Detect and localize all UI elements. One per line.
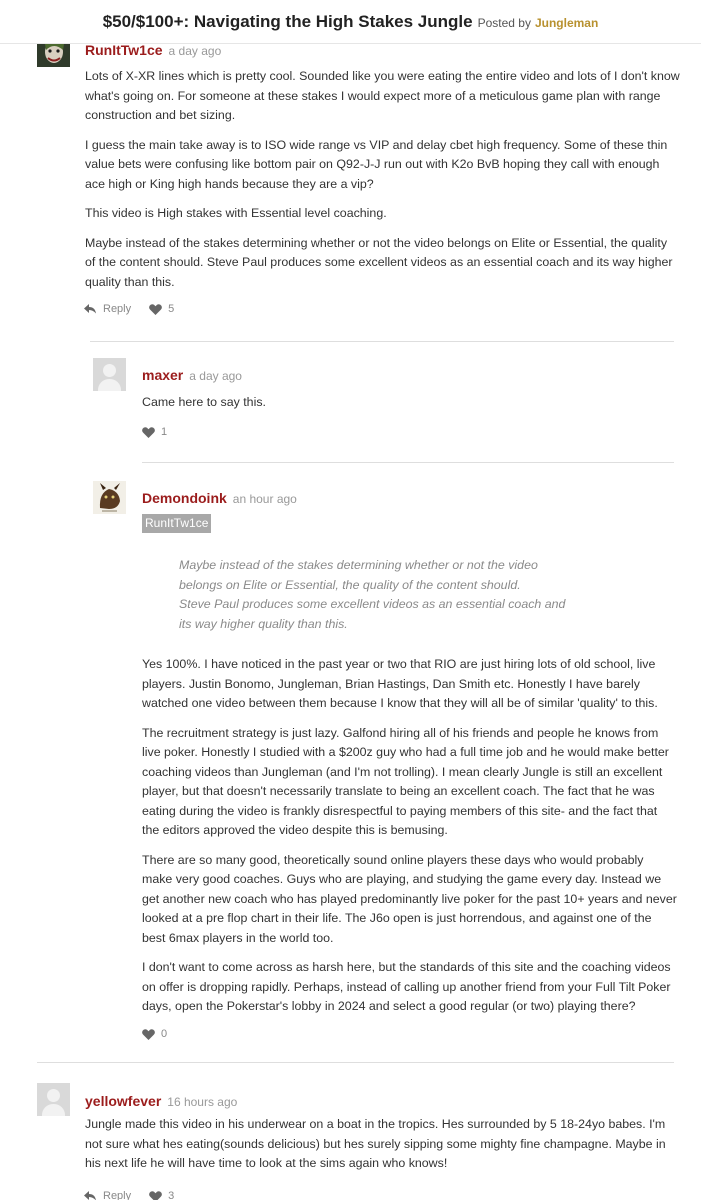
timestamp: a day ago bbox=[189, 369, 242, 383]
comment-paragraph: The recruitment strategy is just lazy. G… bbox=[142, 725, 669, 838]
reply-button[interactable]: Reply bbox=[84, 1190, 131, 1200]
reply-label: Reply bbox=[103, 303, 132, 315]
avatar[interactable] bbox=[93, 481, 126, 514]
username-link[interactable]: maxer bbox=[142, 367, 183, 383]
comment-paragraph: Yes 100%. I have noticed in the past yea… bbox=[142, 657, 658, 710]
posted-by-label: Posted by bbox=[477, 15, 531, 30]
quote-line: its way higher quality than this. bbox=[179, 616, 348, 631]
username-link[interactable]: yellowfever bbox=[85, 1093, 161, 1109]
like-button[interactable]: 1 bbox=[142, 426, 167, 438]
comment-actions: 0 bbox=[142, 1028, 167, 1040]
reply-label: Reply bbox=[103, 1190, 132, 1200]
avatar[interactable] bbox=[37, 1083, 70, 1116]
comment-paragraph: Lots of X-XR lines which is pretty cool.… bbox=[85, 69, 680, 122]
reply-button[interactable]: Reply bbox=[84, 303, 131, 315]
comment-meta: Demondoink an hour ago bbox=[142, 490, 297, 508]
like-count: 3 bbox=[168, 1190, 175, 1200]
comment-body: Lots of X-XR lines which is pretty cool.… bbox=[85, 67, 680, 302]
quoted-text: Maybe instead of the stakes determining … bbox=[179, 556, 599, 634]
timestamp: an hour ago bbox=[232, 492, 297, 506]
comment-runittw1ce: RunItTw1ce a day ago Lots of X-XR lines w… bbox=[0, 0, 701, 330]
username-link[interactable]: Demondoink bbox=[142, 490, 227, 506]
reply-arrow-icon bbox=[84, 304, 96, 314]
comment-actions: Reply 5 bbox=[84, 303, 174, 315]
comment-paragraph: This video is High stakes with Essential… bbox=[85, 206, 387, 220]
timestamp: 16 hours ago bbox=[167, 1095, 238, 1109]
comment-paragraph: Jungle made this video in his underwear … bbox=[85, 1117, 666, 1170]
like-button[interactable]: 0 bbox=[142, 1028, 167, 1040]
like-count: 0 bbox=[161, 1028, 168, 1040]
post-title: $50/$100+: Navigating the High Stakes Ju… bbox=[102, 11, 473, 31]
quote-line: Maybe instead of the stakes determining … bbox=[179, 558, 538, 572]
comment-meta: RunItTw1ce a day ago bbox=[85, 42, 221, 60]
comment-body: Yes 100%. I have noticed in the past yea… bbox=[142, 655, 677, 1027]
like-button[interactable]: 5 bbox=[149, 303, 174, 315]
comment-paragraph: Came here to say this. bbox=[142, 395, 266, 409]
quote-line: Steve Paul produces some excellent video… bbox=[179, 597, 566, 611]
comment-yellowfever: yellowfever 16 hours ago Jungle made this… bbox=[0, 1063, 701, 1200]
demon-avatar-image bbox=[93, 481, 126, 514]
like-count: 1 bbox=[161, 426, 168, 438]
mention-tag[interactable]: RunItTw1ce bbox=[142, 514, 212, 533]
like-count: 5 bbox=[168, 303, 175, 315]
username-link[interactable]: RunItTw1ce bbox=[85, 42, 163, 58]
post-author-link[interactable]: Jungleman bbox=[535, 16, 598, 30]
comment-body: Came here to say this. bbox=[142, 393, 672, 423]
comment-demondoink: Demondoink an hour ago RunItTw1ce Maybe i… bbox=[0, 463, 701, 1053]
comment-body: Jungle made this video in his underwear … bbox=[85, 1115, 680, 1184]
avatar[interactable] bbox=[93, 358, 126, 391]
comment-meta: maxer a day ago bbox=[142, 367, 242, 385]
comment-paragraph: There are so many good, theoretically so… bbox=[142, 852, 677, 945]
reply-arrow-icon bbox=[84, 1191, 96, 1200]
comment-maxer: maxer a day ago Came here to say this. 1 bbox=[0, 342, 701, 462]
comment-paragraph: I don't want to come across as harsh her… bbox=[142, 960, 671, 1013]
heart-icon bbox=[149, 303, 162, 315]
comment-meta: yellowfever 16 hours ago bbox=[85, 1093, 237, 1111]
comment-actions: 1 bbox=[142, 426, 167, 438]
comment-paragraph: Maybe instead of the stakes determining … bbox=[85, 235, 673, 289]
comment-paragraph: I guess the main take away is to ISO wid… bbox=[85, 137, 668, 191]
heart-icon bbox=[142, 1028, 155, 1040]
comment-actions: Reply 3 bbox=[84, 1190, 174, 1200]
like-button[interactable]: 3 bbox=[149, 1190, 174, 1200]
post-header: $50/$100+: Navigating the High Stakes Ju… bbox=[0, 0, 701, 44]
heart-icon bbox=[142, 426, 155, 438]
timestamp: a day ago bbox=[168, 44, 222, 58]
heart-icon bbox=[149, 1190, 162, 1200]
quote-line: belongs on Elite or Essential, the quali… bbox=[179, 577, 521, 592]
